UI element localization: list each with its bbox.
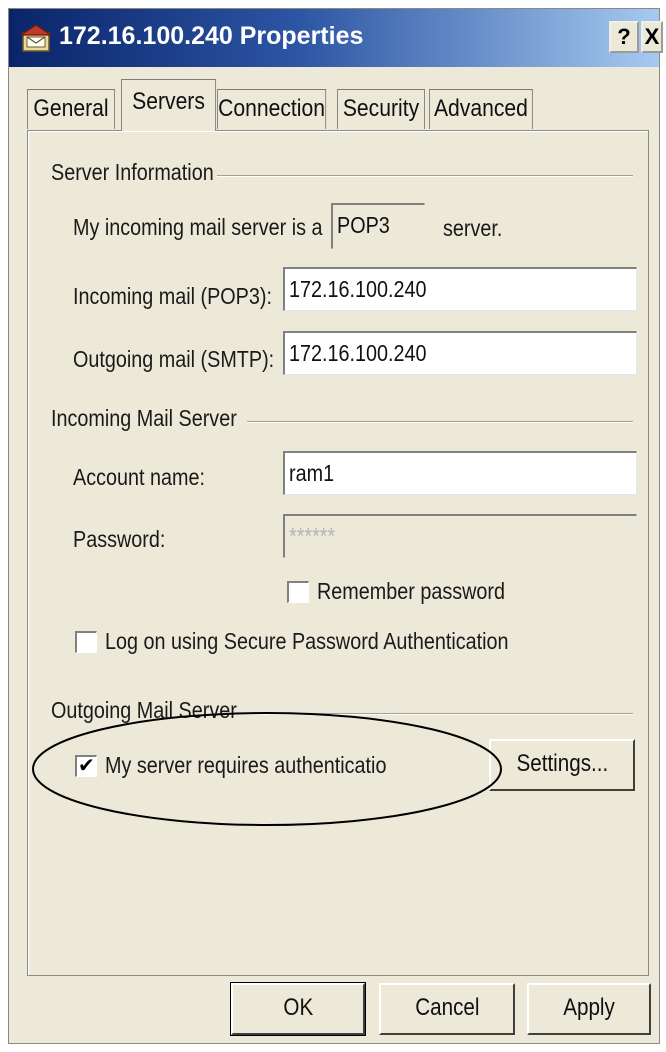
tab-general[interactable]: General <box>27 89 115 129</box>
incoming-mail-field[interactable]: 172.16.100.240 <box>283 267 637 311</box>
spa-checkbox[interactable] <box>75 631 97 653</box>
settings-button[interactable]: Settings... <box>489 739 635 791</box>
account-name-label: Account name: <box>73 464 205 490</box>
outgoing-mail-server-group-label: Outgoing Mail Server <box>51 697 237 723</box>
properties-dialog: 172.16.100.240 Properties ? X General Se… <box>8 8 663 1044</box>
group-divider <box>217 175 633 177</box>
smtp-auth-checkbox[interactable]: ✔ <box>75 755 97 777</box>
group-divider <box>247 421 633 423</box>
tab-advanced[interactable]: Advanced <box>429 89 533 129</box>
outgoing-mail-field[interactable]: 172.16.100.240 <box>283 331 637 375</box>
tab-strip: General Servers Connection Security Adva… <box>27 79 647 131</box>
tab-servers[interactable]: Servers <box>121 79 217 131</box>
tab-connection[interactable]: Connection <box>217 89 327 129</box>
cancel-button[interactable]: Cancel <box>379 983 515 1035</box>
group-divider <box>241 713 633 715</box>
incoming-type-display: POP3 <box>331 203 425 249</box>
smtp-auth-label[interactable]: My server requires authenticatio <box>105 752 386 779</box>
window-title: 172.16.100.240 Properties <box>59 22 364 50</box>
account-name-field[interactable]: ram1 <box>283 451 637 495</box>
password-label: Password: <box>73 526 166 552</box>
checkmark-icon: ✔ <box>78 755 95 777</box>
title-bar[interactable]: 172.16.100.240 Properties ? X <box>9 9 663 67</box>
spa-label[interactable]: Log on using Secure Password Authenticat… <box>105 628 509 655</box>
close-button[interactable]: X <box>641 21 663 53</box>
server-information-group-label: Server Information <box>51 159 214 185</box>
incoming-mail-server-group-label: Incoming Mail Server <box>51 405 237 431</box>
password-field: ****** <box>283 514 637 558</box>
incoming-type-label: My incoming mail server is a <box>73 214 323 240</box>
remember-password-label[interactable]: Remember password <box>317 578 505 605</box>
outgoing-mail-label: Outgoing mail (SMTP): <box>73 346 275 372</box>
help-button[interactable]: ? <box>609 21 639 53</box>
tab-security[interactable]: Security <box>337 89 425 129</box>
remember-password-checkbox[interactable] <box>287 581 309 603</box>
apply-button[interactable]: Apply <box>527 983 651 1035</box>
mail-server-icon <box>19 24 53 52</box>
incoming-mail-label: Incoming mail (POP3): <box>73 283 272 309</box>
ok-button[interactable]: OK <box>230 982 366 1036</box>
incoming-type-suffix: server. <box>443 215 503 241</box>
